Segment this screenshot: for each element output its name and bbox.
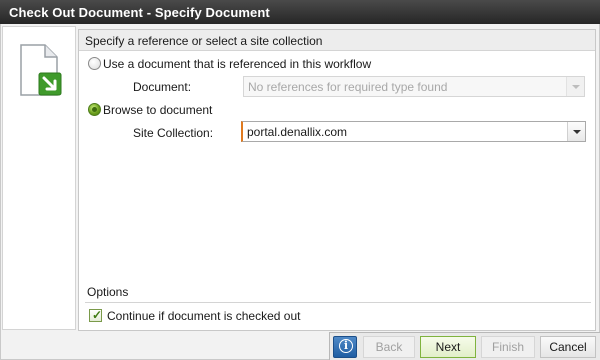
finish-button[interactable]: Finish (481, 336, 535, 358)
document-dropdown: No references for required type found (243, 76, 585, 97)
info-button[interactable]: i (333, 336, 357, 358)
document-dropdown-button (566, 77, 584, 96)
site-collection-dropdown-button[interactable] (567, 122, 585, 141)
cancel-button[interactable]: Cancel (540, 336, 596, 358)
radio-use-reference[interactable] (88, 57, 101, 70)
section-header: Specify a reference or select a site col… (79, 30, 595, 51)
options-divider (85, 302, 591, 303)
options-header: Options (87, 285, 129, 299)
info-icon: i (339, 339, 353, 353)
site-collection-dropdown[interactable]: portal.denallix.com (241, 121, 586, 142)
site-collection-field-label: Site Collection: (133, 126, 214, 140)
main-content-panel: Specify a reference or select a site col… (78, 29, 596, 331)
options-section: Options ✓ Continue if document is checke… (79, 278, 595, 330)
next-button[interactable]: Next (420, 336, 476, 358)
site-collection-value[interactable]: portal.denallix.com (247, 125, 347, 139)
wizard-icon-pane (2, 26, 76, 330)
wizard-button-bar: i Back Next Finish Cancel (329, 332, 600, 360)
document-dropdown-value: No references for required type found (248, 80, 448, 94)
continue-if-checked-out-label[interactable]: Continue if document is checked out (107, 309, 300, 323)
radio-use-reference-label[interactable]: Use a document that is referenced in thi… (103, 57, 371, 71)
window-title: Check Out Document - Specify Document (9, 5, 270, 20)
checkmark-icon: ✓ (92, 308, 103, 322)
radio-browse-to-document[interactable] (88, 103, 101, 116)
window-title-bar: Check Out Document - Specify Document (0, 0, 600, 24)
chevron-down-icon (573, 130, 581, 134)
chevron-down-icon (572, 85, 580, 89)
back-button[interactable]: Back (363, 336, 415, 358)
continue-if-checked-out-checkbox[interactable]: ✓ (89, 309, 102, 322)
document-field-label: Document: (133, 80, 192, 94)
document-with-green-arrow-icon (20, 44, 62, 96)
radio-browse-to-document-label[interactable]: Browse to document (103, 103, 212, 117)
